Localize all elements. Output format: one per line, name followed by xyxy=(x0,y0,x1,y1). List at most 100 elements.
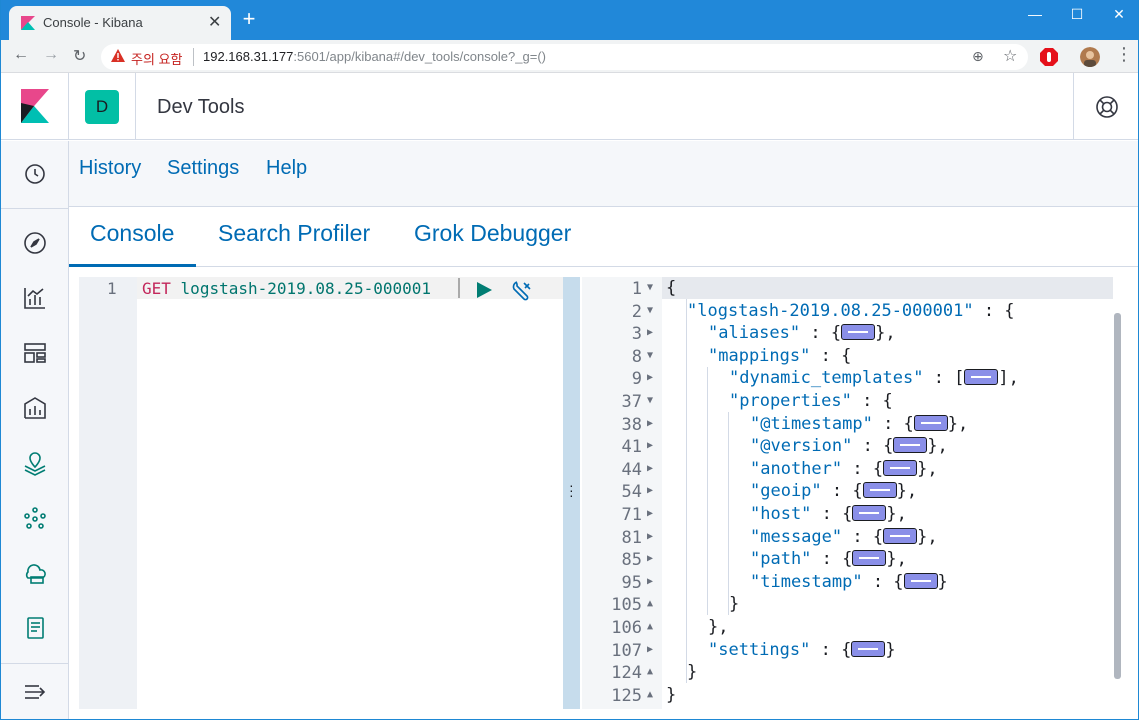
history-link[interactable]: History xyxy=(79,157,141,180)
fold-expand-icon[interactable]: ▶ xyxy=(647,324,653,342)
response-line: 41 ▶ "@version" : {}, xyxy=(582,435,1112,458)
resizer-handle-icon: · · · xyxy=(569,477,574,503)
forward-icon[interactable]: → xyxy=(43,46,59,64)
fold-expand-icon[interactable]: ▶ xyxy=(647,528,653,546)
fold-collapse-icon[interactable]: ▼ xyxy=(647,279,653,297)
reload-icon[interactable]: ↻ xyxy=(73,46,86,66)
tab-grok-debugger[interactable]: Grok Debugger xyxy=(414,220,571,247)
collapsed-block-badge[interactable] xyxy=(893,437,928,454)
kibana-favicon-icon xyxy=(21,16,35,30)
expand-nav-icon[interactable] xyxy=(22,679,48,705)
collapsed-block-badge[interactable] xyxy=(852,550,887,567)
maps-icon[interactable] xyxy=(22,450,48,476)
browser-menu-icon[interactable]: ⋮ xyxy=(1115,44,1133,65)
adblock-extension-icon[interactable] xyxy=(1039,47,1059,67)
fold-expand-icon[interactable]: ▶ xyxy=(647,505,653,523)
url-host: 192.168.31.177 xyxy=(203,49,294,64)
actions-wrench-icon[interactable] xyxy=(511,280,533,302)
json-key: "timestamp" xyxy=(750,571,863,592)
header-divider xyxy=(1073,73,1074,140)
line-number: 85 xyxy=(621,550,642,571)
fold-collapse-icon[interactable]: ▼ xyxy=(647,392,653,410)
maximize-icon[interactable]: ☐ xyxy=(1055,0,1099,30)
fold-expand-icon[interactable]: ▶ xyxy=(647,437,653,455)
collapsed-block-badge[interactable] xyxy=(913,414,948,431)
nav-divider xyxy=(1,663,68,664)
kibana-logo-icon[interactable] xyxy=(21,89,49,123)
json-code: "geoip" : {}, xyxy=(750,481,918,502)
line-number: 37 xyxy=(621,392,642,412)
collapsed-block-badge[interactable] xyxy=(883,459,918,476)
fold-expand-icon[interactable]: ▶ xyxy=(647,550,653,568)
tab-console[interactable]: Console xyxy=(90,220,174,247)
response-line: 107 ▶ "settings" : {} xyxy=(582,639,1112,662)
canvas-icon[interactable] xyxy=(22,395,48,421)
bookmark-star-icon[interactable]: ☆ xyxy=(1003,46,1017,66)
address-bar[interactable]: 주의 요함 192.168.31.177:5601/app/kibana#/de… xyxy=(101,44,1028,70)
collapsed-block-badge[interactable] xyxy=(964,369,999,386)
collapsed-block-badge[interactable] xyxy=(852,505,887,521)
line-number: 106 xyxy=(611,618,642,638)
fold-collapse-icon[interactable]: ▼ xyxy=(647,302,653,320)
back-icon[interactable]: ← xyxy=(13,46,29,64)
collapsed-block-badge[interactable] xyxy=(883,527,918,544)
collapsed-block-badge[interactable] xyxy=(903,572,938,589)
browser-tab[interactable]: Console - Kibana ✕ xyxy=(9,6,231,40)
fold-end-icon[interactable]: ▲ xyxy=(647,686,653,704)
json-key: "host" xyxy=(750,504,812,524)
fold-expand-icon[interactable]: ▶ xyxy=(647,573,653,591)
profile-avatar-icon[interactable] xyxy=(1080,47,1100,67)
collapsed-block-badge[interactable] xyxy=(851,640,886,657)
panel-resizer[interactable]: · · · xyxy=(563,277,580,709)
response-line: 3 ▶ "aliases" : {}, xyxy=(582,322,1112,345)
response-scrollbar[interactable] xyxy=(1114,313,1121,679)
settings-link[interactable]: Settings xyxy=(167,157,239,180)
side-navigation xyxy=(1,141,69,719)
close-tab-icon[interactable]: ✕ xyxy=(208,12,221,32)
line-number: 125 xyxy=(611,685,642,706)
line-number: 2 xyxy=(631,301,642,322)
line-number: 3 xyxy=(631,324,642,345)
request-editor[interactable]: 1 GET logstash-2019.08.25-000001 xyxy=(79,277,563,709)
fold-expand-icon[interactable]: ▶ xyxy=(647,415,653,433)
machine-learning-icon[interactable] xyxy=(22,505,48,531)
fold-expand-icon[interactable]: ▶ xyxy=(647,369,653,387)
collapsed-block-badge[interactable] xyxy=(862,482,897,499)
discover-compass-icon[interactable] xyxy=(22,230,48,256)
line-number: 44 xyxy=(621,459,642,480)
json-key: "aliases" xyxy=(708,323,801,344)
url-text: 192.168.31.177:5601/app/kibana#/dev_tool… xyxy=(203,49,546,64)
fold-end-icon[interactable]: ▲ xyxy=(647,663,653,681)
help-lifebuoy-icon[interactable] xyxy=(1095,95,1119,119)
space-avatar[interactable]: D xyxy=(85,90,119,124)
minimize-icon[interactable]: — xyxy=(1013,0,1057,30)
url-path: :5601/app/kibana#/dev_tools/console?_g=(… xyxy=(293,49,546,64)
line-number: 95 xyxy=(621,572,642,593)
recently-viewed-clock-icon[interactable] xyxy=(22,161,48,187)
nav-divider xyxy=(1,208,68,209)
fold-end-icon[interactable]: ▲ xyxy=(647,618,653,636)
fold-expand-icon[interactable]: ▶ xyxy=(647,482,653,500)
infrastructure-icon[interactable] xyxy=(22,560,48,586)
line-number: 38 xyxy=(621,414,642,435)
visualize-chart-icon[interactable] xyxy=(22,285,48,311)
new-tab-button[interactable]: + xyxy=(237,8,261,32)
request-code-line[interactable]: GET logstash-2019.08.25-000001 xyxy=(142,279,431,298)
top-menu: History Settings Help xyxy=(69,141,1138,207)
logs-icon[interactable] xyxy=(22,615,48,641)
address-separator xyxy=(193,48,194,66)
close-window-icon[interactable]: ✕ xyxy=(1097,0,1138,30)
fold-collapse-icon[interactable]: ▼ xyxy=(647,347,653,365)
fold-expand-icon[interactable]: ▶ xyxy=(647,641,653,659)
json-code: } xyxy=(687,662,698,683)
help-link[interactable]: Help xyxy=(266,157,307,180)
send-request-play-icon[interactable] xyxy=(475,281,493,299)
zoom-icon[interactable]: ⊕ xyxy=(972,48,984,65)
security-warning-label: 주의 요함 xyxy=(131,52,183,67)
dashboard-icon[interactable] xyxy=(22,340,48,366)
tab-search-profiler[interactable]: Search Profiler xyxy=(218,220,370,247)
fold-expand-icon[interactable]: ▶ xyxy=(647,460,653,478)
fold-end-icon[interactable]: ▲ xyxy=(647,595,653,613)
page-title: Dev Tools xyxy=(157,96,245,118)
collapsed-block-badge[interactable] xyxy=(841,324,876,341)
